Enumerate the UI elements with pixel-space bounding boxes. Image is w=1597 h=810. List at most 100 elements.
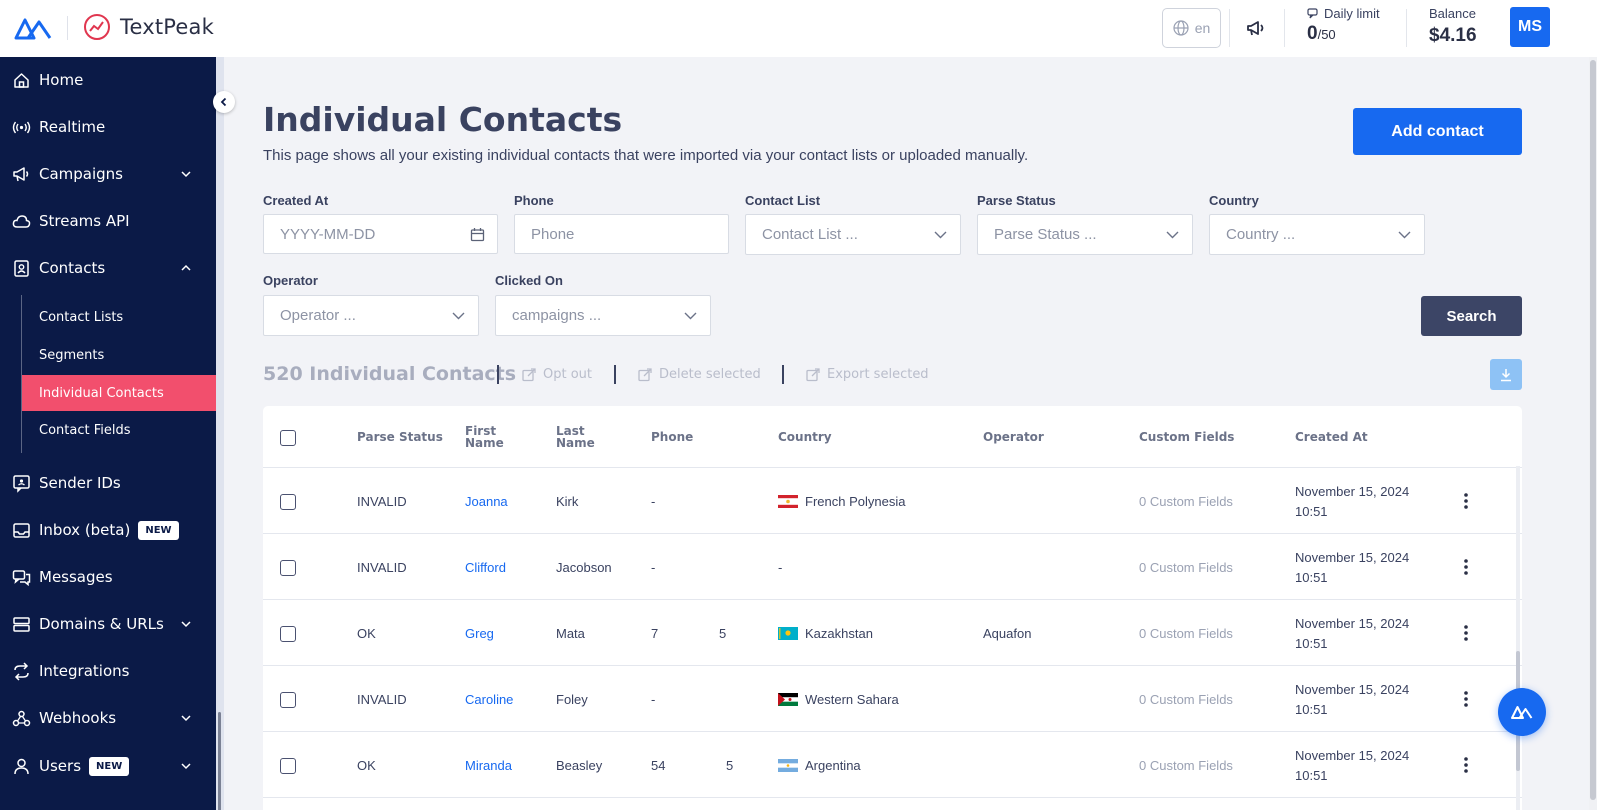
- sidebar-item-users[interactable]: Users NEW: [0, 751, 216, 781]
- table-row[interactable]: INVALID Joanna Kirk - French Polynesia 0…: [263, 468, 1522, 534]
- table-scrollbar[interactable]: [1516, 466, 1520, 810]
- operator-select[interactable]: Operator ...: [263, 295, 479, 336]
- more-options-icon[interactable]: [1464, 625, 1468, 641]
- language-selector[interactable]: en: [1162, 8, 1221, 48]
- row-custom-fields[interactable]: 0 Custom Fields: [1139, 494, 1233, 509]
- sidebar-subitem-segments[interactable]: Segments: [22, 337, 216, 373]
- clicked-on-label: Clicked On: [495, 273, 563, 288]
- row-custom-fields[interactable]: 0 Custom Fields: [1139, 560, 1233, 575]
- row-first-name-link[interactable]: Caroline: [465, 692, 513, 707]
- created-at-label: Created At: [263, 193, 329, 208]
- header-operator[interactable]: Operator: [983, 431, 1044, 443]
- sidebar-scrollbar[interactable]: [216, 57, 224, 810]
- brand-divider: [67, 16, 68, 40]
- row-country-label: Western Sahara: [805, 692, 899, 707]
- export-icon: [522, 367, 536, 381]
- sidebar-item-webhooks[interactable]: Webhooks: [0, 703, 216, 733]
- row-country: Kazakhstan: [778, 626, 873, 641]
- download-button[interactable]: [1490, 359, 1522, 390]
- sidebar-item-streams-api[interactable]: Streams API: [0, 206, 216, 236]
- export-selected-button[interactable]: Export selected: [806, 367, 929, 382]
- more-options-icon[interactable]: [1464, 757, 1468, 773]
- contact-list-select[interactable]: Contact List ...: [745, 214, 961, 255]
- sidebar-item-campaigns[interactable]: Campaigns: [0, 159, 216, 189]
- created-at-input[interactable]: YYYY-MM-DD: [263, 214, 498, 254]
- opt-out-label: Opt out: [543, 367, 593, 382]
- sidebar-scrollbar-thumb[interactable]: [218, 712, 221, 810]
- sidebar-item-contacts[interactable]: Contacts: [0, 253, 216, 283]
- user-icon: [14, 758, 29, 774]
- sidebar-item-sender-ids[interactable]: Sender IDs: [0, 468, 216, 498]
- chat-icon: [1307, 8, 1318, 19]
- table-row[interactable]: INVALID Caroline Foley - Western Sahara …: [263, 666, 1522, 732]
- sidebar-item-realtime[interactable]: Realtime: [0, 112, 216, 142]
- calendar-icon[interactable]: [470, 227, 485, 242]
- row-checkbox[interactable]: [280, 560, 296, 576]
- sidebar-item-domains-urls[interactable]: Domains & URLs: [0, 609, 216, 639]
- more-options-icon[interactable]: [1464, 493, 1468, 509]
- announcement-icon[interactable]: [1245, 17, 1267, 39]
- page-scrollbar[interactable]: [1589, 57, 1597, 810]
- table-row[interactable]: INVALID Clifford Jacobson - - 0 Custom F…: [263, 534, 1522, 600]
- row-country: -: [778, 560, 783, 575]
- sidebar-item-integrations[interactable]: Integrations: [0, 656, 216, 686]
- topbar-divider: [1284, 9, 1285, 47]
- row-checkbox[interactable]: [280, 494, 296, 510]
- header-phone[interactable]: Phone: [651, 431, 693, 443]
- row-custom-fields[interactable]: 0 Custom Fields: [1139, 626, 1233, 641]
- row-created-time: 10:51: [1295, 504, 1328, 519]
- header-parse-status[interactable]: Parse Status: [357, 431, 443, 443]
- page-description: This page shows all your existing indivi…: [263, 147, 1029, 164]
- server-icon: [13, 616, 30, 632]
- sidebar-subitem-contact-lists[interactable]: Contact Lists: [22, 299, 216, 335]
- row-created-time: 10:51: [1295, 768, 1328, 783]
- sidebar-subitem-contact-fields[interactable]: Contact Fields: [22, 412, 216, 448]
- table-row[interactable]: OK Greg Mata 7 5 Kazakhstan Aquafon 0 Cu…: [263, 600, 1522, 666]
- add-contact-button[interactable]: Add contact: [1353, 108, 1522, 155]
- app-logo-icon[interactable]: [14, 16, 52, 40]
- header-custom-fields[interactable]: Custom Fields: [1139, 431, 1234, 443]
- delete-selected-button[interactable]: Delete selected: [638, 367, 761, 382]
- brand-chart-icon: [84, 14, 110, 40]
- flag-french-polynesia-icon: [778, 495, 798, 508]
- row-first-name-link[interactable]: Greg: [465, 626, 494, 641]
- sidebar-item-messages[interactable]: Messages: [0, 562, 216, 592]
- phone-placeholder: Phone: [531, 225, 575, 243]
- created-at-placeholder: YYYY-MM-DD: [280, 225, 376, 243]
- row-checkbox[interactable]: [280, 758, 296, 774]
- country-select[interactable]: Country ...: [1209, 214, 1425, 255]
- row-custom-fields[interactable]: 0 Custom Fields: [1139, 692, 1233, 707]
- row-first-name-link[interactable]: Miranda: [465, 758, 512, 773]
- row-country-label: French Polynesia: [805, 494, 906, 509]
- clicked-on-select[interactable]: campaigns ...: [495, 295, 711, 336]
- sidebar-collapse-button[interactable]: [213, 91, 235, 113]
- phone-input[interactable]: Phone: [514, 214, 729, 254]
- brand[interactable]: TextPeak: [82, 12, 214, 42]
- balance-label: Balance: [1429, 6, 1476, 21]
- phone-label: Phone: [514, 193, 554, 208]
- download-icon: [1501, 368, 1511, 381]
- sidebar-subitem-individual-contacts[interactable]: Individual Contacts: [22, 375, 216, 411]
- row-first-name-link[interactable]: Joanna: [465, 494, 508, 509]
- sidebar-item-home[interactable]: Home: [0, 65, 216, 95]
- header-created-at[interactable]: Created At: [1295, 431, 1368, 443]
- avatar[interactable]: MS: [1510, 7, 1550, 47]
- support-chat-button[interactable]: [1498, 688, 1546, 736]
- row-custom-fields[interactable]: 0 Custom Fields: [1139, 758, 1233, 773]
- parse-status-select[interactable]: Parse Status ...: [977, 214, 1193, 255]
- search-button[interactable]: Search: [1421, 296, 1522, 336]
- table-row[interactable]: OK Miranda Beasley 54 5 Argentina 0 Cust…: [263, 732, 1522, 798]
- row-checkbox[interactable]: [280, 626, 296, 642]
- opt-out-button[interactable]: Opt out: [522, 367, 592, 382]
- more-options-icon[interactable]: [1464, 691, 1468, 707]
- sidebar-item-inbox[interactable]: Inbox (beta) NEW: [0, 515, 216, 545]
- header-first-name-line2[interactable]: Name: [465, 437, 504, 449]
- row-checkbox[interactable]: [280, 692, 296, 708]
- select-all-checkbox[interactable]: [280, 430, 296, 446]
- row-operator: Aquafon: [983, 626, 1032, 641]
- row-first-name-link[interactable]: Clifford: [465, 560, 506, 575]
- more-options-icon[interactable]: [1464, 559, 1468, 575]
- header-last-name-line2[interactable]: Name: [556, 437, 595, 449]
- page-scrollbar-thumb[interactable]: [1590, 60, 1596, 800]
- header-country[interactable]: Country: [778, 431, 832, 443]
